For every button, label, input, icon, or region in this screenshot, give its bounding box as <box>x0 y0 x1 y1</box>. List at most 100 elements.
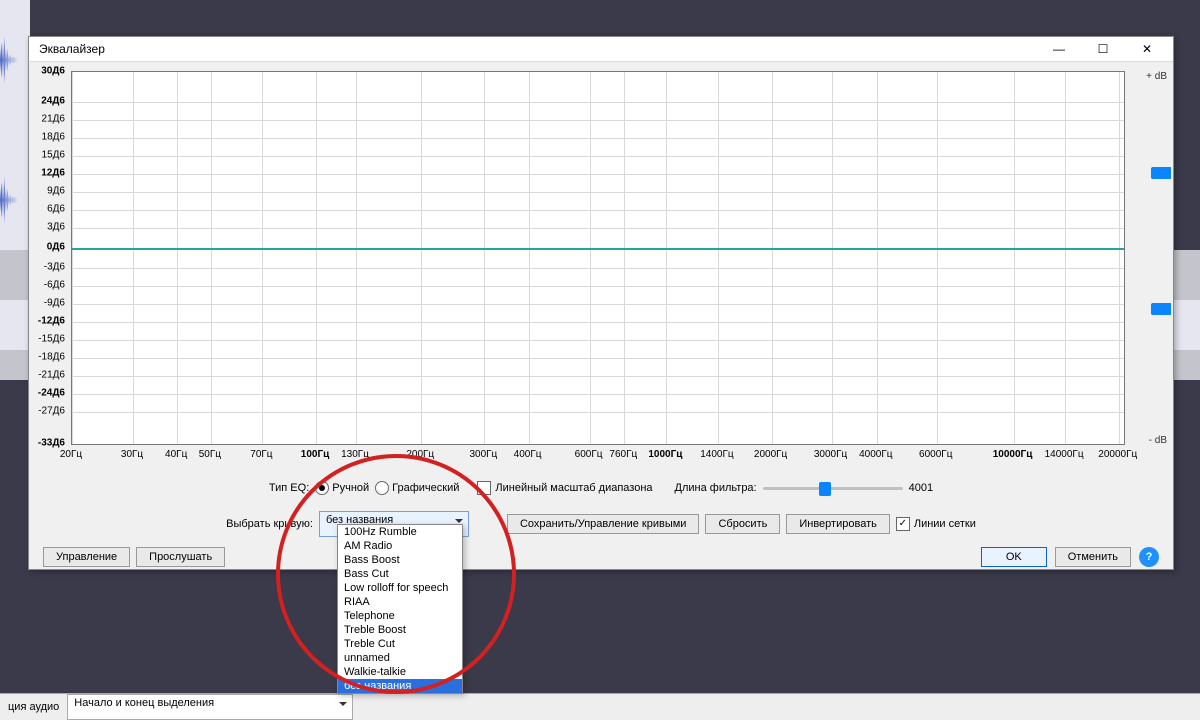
y-tick: 0Д6 <box>47 242 65 253</box>
manage-button[interactable]: Управление <box>43 547 130 567</box>
y-tick: -15Д6 <box>38 334 65 345</box>
select-curve-label: Выбрать кривую: <box>226 518 313 530</box>
x-tick: 20Гц <box>60 449 82 460</box>
x-tick: 200Гц <box>406 449 434 460</box>
x-tick: 760Гц <box>609 449 637 460</box>
x-tick: 3000Гц <box>814 449 847 460</box>
eq-graph[interactable] <box>71 71 1125 445</box>
x-axis: 20Гц30Гц40Гц50Гц70Гц100Гц130Гц200Гц300Гц… <box>71 447 1125 461</box>
gain-slider-right[interactable] <box>1141 71 1167 443</box>
slider-thumb-min[interactable] <box>1151 303 1171 315</box>
x-tick: 10000Гц <box>993 449 1033 460</box>
checkbox-icon <box>477 481 491 495</box>
filter-length-slider[interactable] <box>763 481 903 495</box>
type-label: Тип EQ: <box>269 482 309 494</box>
y-tick: 15Д6 <box>42 150 65 161</box>
dropdown-option[interactable]: Walkie-talkie <box>338 665 462 679</box>
radio-draw-label: Ручной <box>332 482 369 494</box>
dropdown-option[interactable]: unnamed <box>338 651 462 665</box>
eq-type-row: Тип EQ: Ручной Графический Линейный масш… <box>29 481 1173 495</box>
minimize-button[interactable]: — <box>1037 38 1081 60</box>
dialog-title: Эквалайзер <box>39 42 1037 56</box>
y-tick: -3Д6 <box>44 262 65 273</box>
radio-graphic[interactable]: Графический <box>375 481 459 495</box>
x-tick: 14000Гц <box>1045 449 1084 460</box>
dropdown-option[interactable]: Bass Cut <box>338 567 462 581</box>
x-tick: 1000Гц <box>648 449 682 460</box>
preview-button[interactable]: Прослушать <box>136 547 225 567</box>
y-tick: -27Д6 <box>38 406 65 417</box>
filter-length-value: 4001 <box>909 482 933 494</box>
radio-draw[interactable]: Ручной <box>315 481 369 495</box>
x-tick: 30Гц <box>121 449 143 460</box>
x-tick: 1400Гц <box>700 449 733 460</box>
dropdown-option[interactable]: 100Hz Rumble <box>338 525 462 539</box>
x-tick: 130Гц <box>341 449 369 460</box>
save-manage-button[interactable]: Сохранить/Управление кривыми <box>507 514 699 534</box>
maximize-button[interactable]: ☐ <box>1081 38 1125 60</box>
zero-db-line <box>72 248 1124 250</box>
dropdown-option[interactable]: Treble Cut <box>338 637 462 651</box>
y-tick: -12Д6 <box>38 316 65 327</box>
curve-row: Выбрать кривую: без названия Сохранить/У… <box>29 511 1173 537</box>
y-axis: 30Д624Д621Д618Д615Д612Д69Д66Д63Д60Д6-3Д6… <box>29 71 69 443</box>
slider-track <box>763 487 903 490</box>
x-tick: 2000Гц <box>754 449 787 460</box>
x-tick: 400Гц <box>514 449 542 460</box>
slider-thumb-max[interactable] <box>1151 167 1171 179</box>
x-tick: 40Гц <box>165 449 187 460</box>
titlebar: Эквалайзер — ☐ ✕ <box>29 37 1173 62</box>
x-tick: 6000Гц <box>919 449 952 460</box>
close-button[interactable]: ✕ <box>1125 38 1169 60</box>
invert-button[interactable]: Инвертировать <box>786 514 889 534</box>
y-tick: 9Д6 <box>47 186 65 197</box>
checkbox-icon <box>896 517 910 531</box>
y-tick: -24Д6 <box>38 388 65 399</box>
ok-button[interactable]: OK <box>981 547 1047 567</box>
y-tick: -9Д6 <box>44 298 65 309</box>
y-tick: -21Д6 <box>38 370 65 381</box>
y-tick: -33Д6 <box>38 438 65 449</box>
y-tick: 18Д6 <box>42 132 65 143</box>
dropdown-option[interactable]: без названия <box>338 679 462 693</box>
filter-length-label: Длина фильтра: <box>675 482 757 494</box>
dropdown-option[interactable]: Telephone <box>338 609 462 623</box>
y-tick: 21Д6 <box>42 114 65 125</box>
y-tick: 6Д6 <box>47 204 65 215</box>
status-bar-label: ция аудио <box>8 701 59 713</box>
y-tick: 12Д6 <box>41 168 65 179</box>
dropdown-option[interactable]: RIAA <box>338 595 462 609</box>
y-tick: 30Д6 <box>41 66 65 77</box>
gridlines-checkbox[interactable]: Линии сетки <box>896 517 976 531</box>
slider-thumb[interactable] <box>819 482 831 496</box>
selection-mode-value: Начало и конец выделения <box>74 697 214 709</box>
help-icon[interactable]: ? <box>1139 547 1159 567</box>
dropdown-option[interactable]: Treble Boost <box>338 623 462 637</box>
x-tick: 300Гц <box>469 449 497 460</box>
equalizer-dialog: Эквалайзер — ☐ ✕ 30Д6 24Д6 21Д6 18Д6 15Д6 12Д… <box>28 36 1174 570</box>
linear-scale-label: Линейный масштаб диапазона <box>495 482 652 494</box>
x-tick: 50Гц <box>199 449 221 460</box>
linear-scale-checkbox[interactable]: Линейный масштаб диапазона <box>477 481 652 495</box>
radio-graphic-label: Графический <box>392 482 459 494</box>
cancel-button[interactable]: Отменить <box>1055 547 1131 567</box>
dropdown-option[interactable]: Low rolloff for speech <box>338 581 462 595</box>
selection-mode-select[interactable]: Начало и конец выделения <box>67 694 353 720</box>
dropdown-option[interactable]: Bass Boost <box>338 553 462 567</box>
dropdown-option[interactable]: AM Radio <box>338 539 462 553</box>
reset-button[interactable]: Сбросить <box>705 514 780 534</box>
y-tick: -18Д6 <box>38 352 65 363</box>
status-bar: ция аудио Начало и конец выделения <box>0 693 1200 720</box>
x-tick: 70Гц <box>250 449 272 460</box>
x-tick: 600Гц <box>575 449 603 460</box>
y-tick: 24Д6 <box>41 96 65 107</box>
x-tick: 100Гц <box>301 449 330 460</box>
radio-dot-icon <box>375 481 389 495</box>
radio-dot-icon <box>315 481 329 495</box>
y-tick: -6Д6 <box>44 280 65 291</box>
curve-dropdown-list[interactable]: 100Hz RumbleAM RadioBass BoostBass CutLo… <box>337 524 463 694</box>
gridlines-label: Линии сетки <box>914 518 976 530</box>
dialog-buttons-row: Управление Прослушать OK Отменить ? <box>43 547 1159 567</box>
y-tick: 3Д6 <box>47 222 65 233</box>
x-tick: 4000Гц <box>859 449 892 460</box>
